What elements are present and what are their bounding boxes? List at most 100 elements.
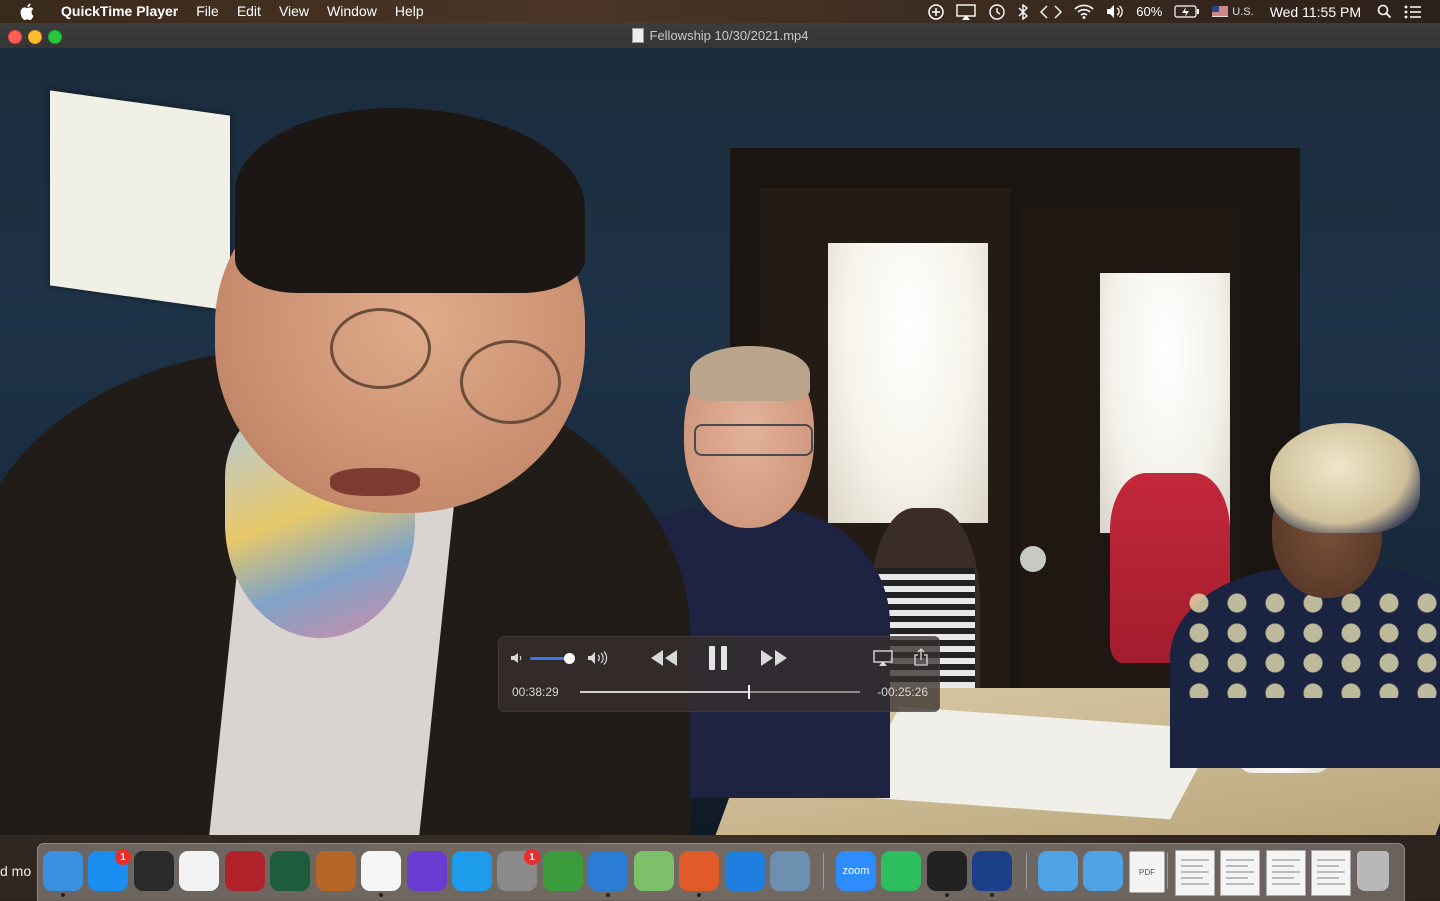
dock-skype-icon[interactable] [452,851,492,891]
airplay-icon[interactable] [872,648,894,668]
menu-file[interactable]: File [187,0,228,23]
code-brackets-icon[interactable] [1040,0,1063,23]
notification-center-icon[interactable] [1404,0,1422,23]
dock-imovie-icon[interactable] [407,851,447,891]
share-icon[interactable] [912,646,930,668]
door-window-left [828,243,988,523]
document-line [1181,859,1209,861]
pause-button[interactable] [704,644,732,672]
dock-maps-icon[interactable] [634,851,674,891]
document-line [1317,877,1339,879]
menu-app-name[interactable]: QuickTime Player [52,0,187,23]
menu-edit[interactable]: Edit [228,0,270,23]
front-person-hair [235,108,585,293]
dock-launchpad-icon[interactable] [134,851,174,891]
wall-poster [50,90,230,311]
video-frame[interactable] [0,48,1440,835]
dock-document-thumbnail-1[interactable] [1175,850,1215,896]
door-knob [1020,546,1046,572]
dock-document-thumbnail-4[interactable] [1311,850,1351,896]
dock-trash-icon[interactable] [1357,851,1389,891]
document-line [1317,871,1345,873]
right-person-hat [1270,423,1420,533]
input-source-label: U.S. [1232,5,1254,18]
front-person-mouth [330,468,420,496]
dock-photos-icon[interactable] [361,851,401,891]
dock-applications-folder-icon[interactable] [1083,851,1123,891]
rewind-button[interactable] [648,648,680,668]
dock-music-icon[interactable] [179,851,219,891]
menu-view[interactable]: View [270,0,318,23]
document-line [1272,865,1294,867]
dock-pdf-document-icon[interactable]: PDF [1129,851,1165,893]
dock-photo-booth-icon[interactable] [225,851,265,891]
document-line [1272,859,1300,861]
desktop-edge-text: d mo [0,863,32,879]
document-line [1181,877,1203,879]
dock-safari-icon[interactable] [725,851,765,891]
menu-window[interactable]: Window [318,0,386,23]
dock-evernote-icon[interactable] [881,851,921,891]
spotlight-search-icon[interactable] [1377,0,1392,23]
dock-document-thumbnail-3[interactable] [1266,850,1306,896]
remaining-time: -00:25:26 [877,685,928,699]
document-line [1181,865,1203,867]
dock-garageband-icon[interactable] [316,851,356,891]
window-title: Fellowship 10/30/2021.mp4 [649,28,809,43]
document-line [1317,859,1345,861]
document-line [1272,883,1300,885]
playback-scrubber[interactable] [580,685,860,699]
battery-percentage[interactable]: 60% [1136,0,1162,23]
dock-preview-icon[interactable] [770,851,810,891]
dock-sketchup-icon[interactable] [543,851,583,891]
dock-zoom-icon[interactable]: zoom [836,851,876,891]
dock-separator [1026,853,1027,889]
dock-quicktime-icon[interactable] [972,851,1012,891]
pdf-document-label: PDF [1139,867,1155,877]
middle-person-hair [690,346,810,401]
document-line [1317,883,1345,885]
airplay-display-icon[interactable] [956,0,976,23]
dock-separator [1167,853,1168,889]
playback-playhead[interactable] [747,685,750,699]
dock-firefox-icon[interactable] [679,851,719,891]
right-person-sweater-pattern [1180,588,1440,698]
menu-clock[interactable]: Wed 11:55 PM [1270,0,1361,23]
middle-person-glasses [694,424,813,456]
menu-help[interactable]: Help [386,0,433,23]
dock-document-thumbnail-2[interactable] [1220,850,1260,896]
front-person-glasses-right [460,340,561,424]
quicktime-window: Fellowship 10/30/2021.mp4 [0,23,1440,835]
document-line [1226,871,1254,873]
elapsed-time: 00:38:29 [512,685,559,699]
apple-menu-icon[interactable] [20,3,36,20]
battery-charging-icon[interactable] [1174,0,1200,23]
volume-icon[interactable] [1106,0,1124,23]
running-indicator [61,893,65,897]
dock-folder-icon[interactable] [1038,851,1078,891]
fast-forward-button[interactable] [758,648,790,668]
document-line [1181,871,1209,873]
volume-slider-knob[interactable] [564,653,576,664]
dock-time-machine-icon[interactable] [270,851,310,891]
volume-low-icon[interactable] [508,650,526,666]
screen-record-icon[interactable] [928,0,944,23]
zoom-label: zoom [842,865,870,877]
document-line [1226,865,1248,867]
wifi-icon[interactable] [1074,0,1094,23]
dock-word-icon[interactable] [588,851,628,891]
document-line [1226,883,1254,885]
input-source-flag-icon[interactable]: U.S. [1212,0,1254,23]
bluetooth-icon[interactable] [1018,0,1029,23]
dock-finder-icon[interactable] [43,851,83,891]
title-bar[interactable]: Fellowship 10/30/2021.mp4 [0,23,1440,49]
volume-high-icon[interactable] [586,648,610,668]
dock-spinning-icon[interactable] [927,851,967,891]
time-machine-status-icon[interactable] [988,0,1006,23]
front-person-glasses-left [330,308,431,389]
document-line [1317,865,1339,867]
document-line [1226,859,1254,861]
notification-badge: 1 [524,849,540,865]
playback-progress-fill [580,691,749,693]
running-indicator [697,893,701,897]
